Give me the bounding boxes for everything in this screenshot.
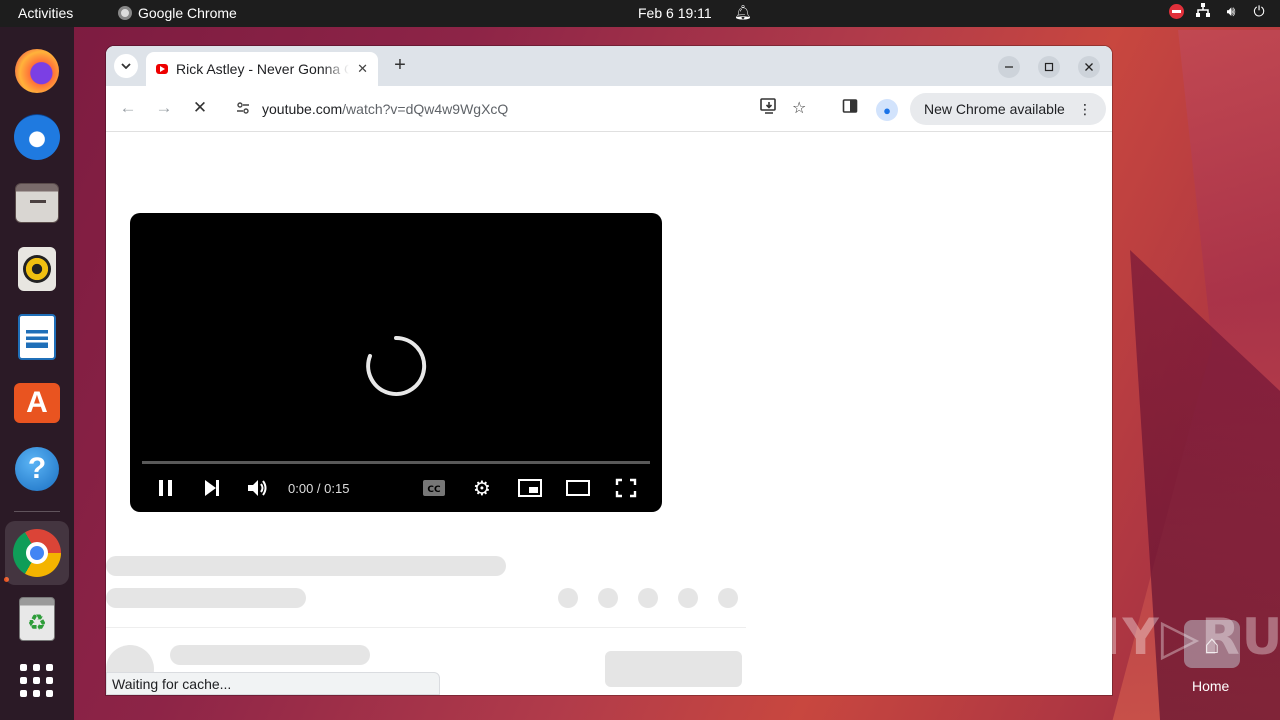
- svg-text:CC: CC: [427, 485, 441, 495]
- divider: [106, 627, 746, 628]
- network-icon[interactable]: [1194, 3, 1212, 20]
- pause-button[interactable]: [150, 477, 182, 499]
- chrome-icon: [13, 529, 61, 577]
- subscribe-placeholder: [605, 651, 742, 687]
- address-bar[interactable]: youtube.com/watch?v=dQw4w9WgXcQ: [224, 92, 824, 126]
- chrome-app-icon: [118, 6, 132, 20]
- chrome-window: Rick Astley - Never Gonna Give You Up ✕ …: [106, 46, 1112, 695]
- youtube-favicon-icon: [156, 64, 168, 74]
- minimize-button[interactable]: [998, 56, 1020, 78]
- dock-separator: [14, 511, 60, 512]
- captions-button[interactable]: CC: [418, 477, 450, 499]
- profile-avatar-icon[interactable]: ●: [876, 99, 898, 121]
- volume-icon[interactable]: 🔊︎: [1222, 3, 1240, 20]
- home-folder-label[interactable]: Home: [1192, 678, 1229, 694]
- loading-spinner-icon: [366, 335, 427, 396]
- activities-button[interactable]: Activities: [18, 5, 73, 21]
- back-arrow-icon[interactable]: ←: [117, 98, 139, 118]
- miniplayer-button[interactable]: [514, 477, 546, 499]
- install-app-icon[interactable]: [760, 98, 778, 119]
- next-button[interactable]: [196, 477, 228, 499]
- files-icon: [15, 183, 59, 223]
- show-apps-icon: [20, 664, 54, 698]
- dock-show-apps[interactable]: [13, 657, 61, 705]
- tab-close-icon[interactable]: ✕: [357, 61, 368, 77]
- tab-search-button[interactable]: [114, 54, 138, 78]
- more-menu-icon[interactable]: ⋮: [1078, 101, 1092, 118]
- trash-icon: ♻: [19, 597, 55, 641]
- new-tab-button[interactable]: +: [388, 54, 412, 78]
- bookmark-star-icon[interactable]: ☆: [792, 98, 806, 118]
- dock-chrome[interactable]: [5, 521, 69, 585]
- status-bubble: Waiting for cache...: [106, 672, 440, 695]
- system-tray[interactable]: 🔊︎ ⏻: [1169, 3, 1268, 20]
- browser-toolbar: ← → ✕ youtube.com/watch?v=dQw4w9WgXcQ ☆ …: [106, 86, 1112, 132]
- site-settings-icon[interactable]: [236, 101, 250, 117]
- action-placeholder: [558, 588, 578, 608]
- tab-youtube[interactable]: Rick Astley - Never Gonna Give You Up ✕: [146, 52, 378, 86]
- do-not-disturb-icon[interactable]: [1169, 4, 1184, 19]
- rhythmbox-icon: [18, 247, 56, 291]
- side-panel-icon[interactable]: [842, 98, 858, 119]
- url-host: youtube.com: [262, 101, 343, 117]
- channel-placeholder: [106, 588, 306, 608]
- channel-name-placeholder: [170, 645, 370, 665]
- stop-loading-icon[interactable]: ✕: [189, 98, 211, 118]
- dock-firefox[interactable]: [13, 47, 61, 95]
- action-placeholder: [678, 588, 698, 608]
- action-placeholder: [718, 588, 738, 608]
- top-bar: Activities Google Chrome Feb 6 19:11 🔔︎ …: [0, 0, 1280, 27]
- dock-trash[interactable]: ♻: [13, 595, 61, 643]
- help-icon: ?: [15, 447, 59, 491]
- active-app-name: Google Chrome: [138, 5, 237, 21]
- tab-strip: Rick Astley - Never Gonna Give You Up ✕ …: [106, 46, 1112, 86]
- notification-bell-icon[interactable]: 🔔︎: [734, 4, 752, 21]
- theater-mode-button[interactable]: [562, 477, 594, 499]
- dock-app-center[interactable]: A: [13, 377, 61, 425]
- action-placeholder: [598, 588, 618, 608]
- update-chip-label: New Chrome available: [924, 101, 1065, 117]
- page-content: 0:00 / 0:15 CC ⚙: [106, 133, 1112, 695]
- maximize-button[interactable]: [1038, 56, 1060, 78]
- video-player[interactable]: 0:00 / 0:15 CC ⚙: [130, 213, 662, 512]
- dock-rhythmbox[interactable]: [13, 245, 61, 293]
- url-path: /watch?v=dQw4w9WgXcQ: [342, 101, 509, 117]
- video-progress-bar[interactable]: [142, 461, 650, 464]
- dock-help[interactable]: ?: [13, 445, 61, 493]
- clock[interactable]: Feb 6 19:11: [638, 5, 712, 21]
- close-window-button[interactable]: [1078, 56, 1100, 78]
- action-placeholder: [638, 588, 658, 608]
- forward-arrow-icon[interactable]: →: [153, 98, 175, 118]
- dock-writer[interactable]: [13, 313, 61, 361]
- active-app-menu[interactable]: Google Chrome: [118, 5, 237, 21]
- video-time: 0:00 / 0:15: [288, 481, 350, 496]
- anyrun-watermark: ANY▷RUN: [1038, 608, 1280, 666]
- app-center-icon: A: [14, 383, 60, 423]
- settings-gear-icon[interactable]: ⚙: [466, 477, 498, 500]
- dock-thunderbird[interactable]: [13, 113, 61, 161]
- thunderbird-icon: [14, 114, 60, 160]
- fullscreen-button[interactable]: [610, 477, 642, 499]
- volume-button[interactable]: [242, 477, 274, 499]
- libreoffice-writer-icon: [18, 314, 56, 360]
- firefox-icon: [15, 49, 59, 93]
- power-icon[interactable]: ⏻: [1250, 3, 1268, 20]
- new-chrome-available-button[interactable]: New Chrome available ⋮: [910, 93, 1106, 125]
- dock-files[interactable]: [13, 179, 61, 227]
- dock: A ? ♻: [0, 27, 74, 720]
- title-placeholder: [106, 556, 506, 576]
- tab-title: Rick Astley - Never Gonna Give You Up: [176, 61, 349, 77]
